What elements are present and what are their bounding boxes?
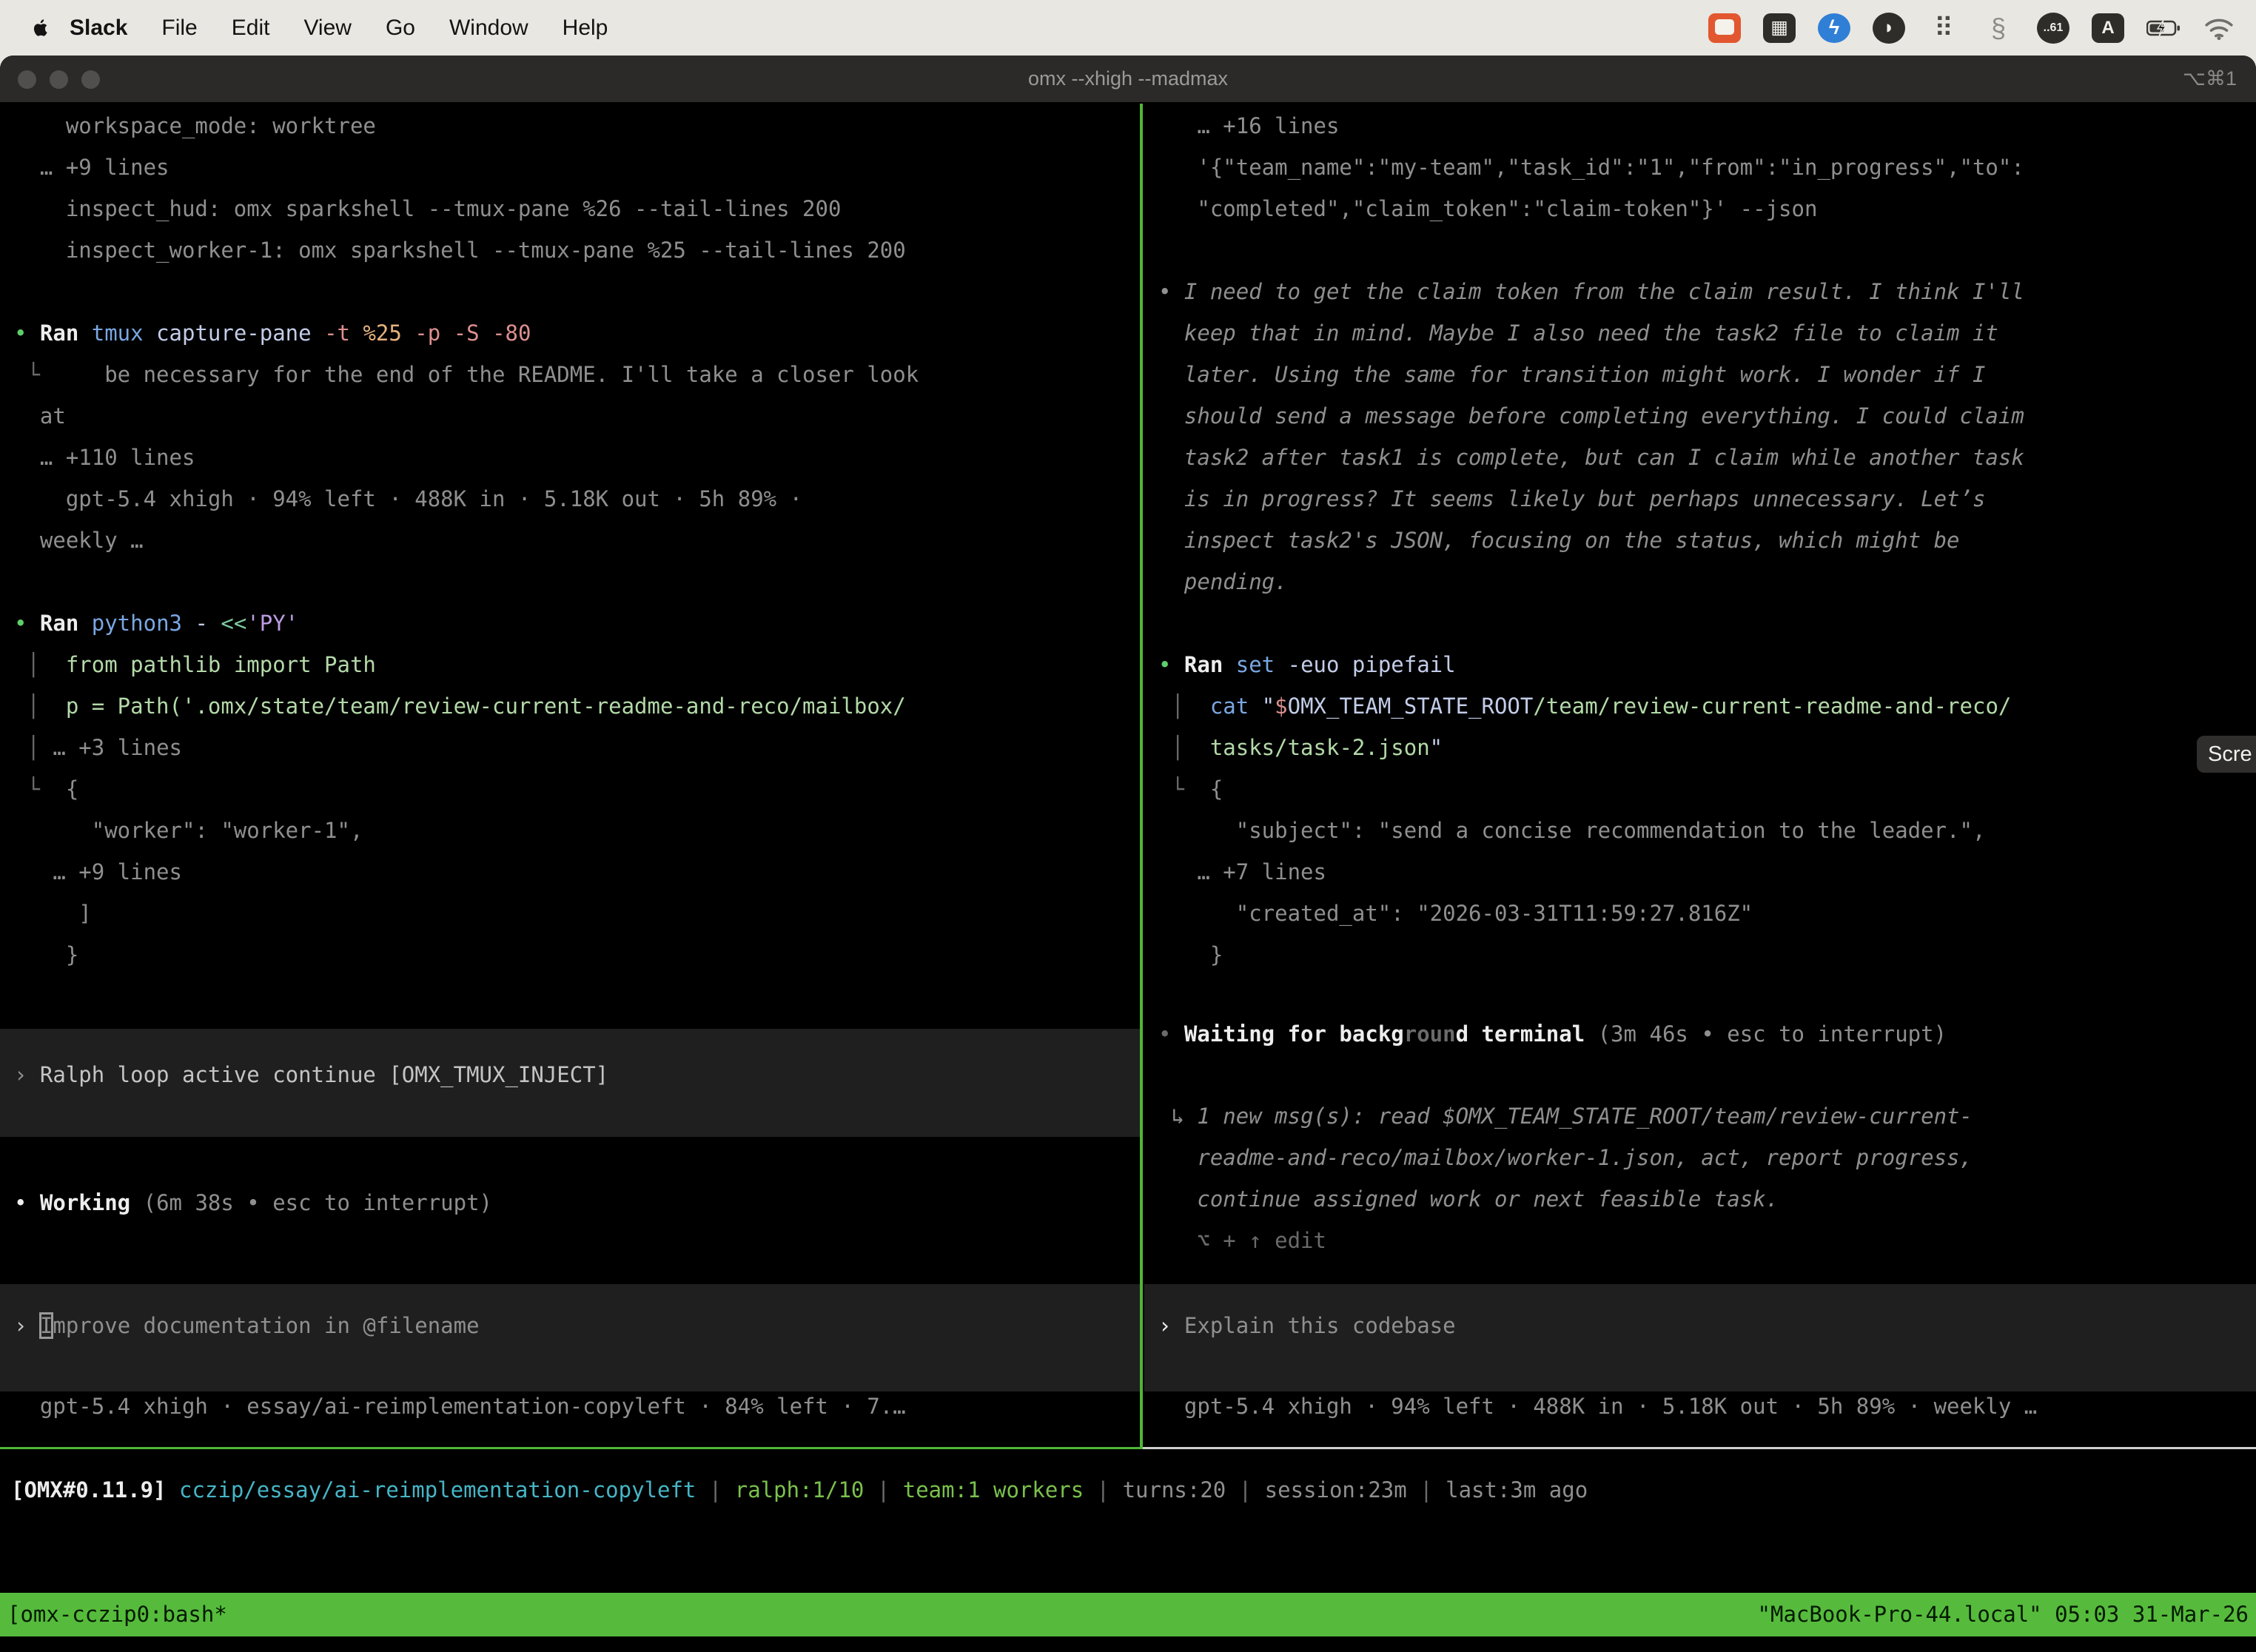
terminal-line: weekly … — [14, 520, 1140, 561]
terminal-line: inspect_hud: omx sparkshell --tmux-pane … — [14, 188, 1140, 229]
terminal-line: workspace_mode: worktree — [14, 105, 1140, 147]
terminal-line: '{"team_name":"my-team","task_id":"1","f… — [1158, 147, 2256, 188]
countdown-badge-icon[interactable]: ..61 — [2037, 13, 2069, 44]
right-pane-bottom-border — [1143, 1447, 2256, 1449]
prompt-band[interactable]: › Explain this codebase — [1144, 1284, 2256, 1391]
terminal-block: gpt-5.4 xhigh · 94% left · 488K in · 5.1… — [1144, 1386, 2256, 1427]
tmux-host-clock: "MacBook-Pro-44.local" 05:03 31-Mar-26 — [1758, 1593, 2249, 1636]
terminal-line: inspect task2's JSON, focusing on the st… — [1158, 520, 2256, 561]
dots-grid-icon[interactable]: ⠿ — [1927, 12, 1960, 44]
terminal-block: • Waiting for background terminal (3m 46… — [1144, 1013, 2256, 1055]
terminal-line: gpt-5.4 xhigh · 94% left · 488K in · 5.1… — [14, 478, 1140, 520]
terminal-block: … +16 lines '{"team_name":"my-team","tas… — [1144, 105, 2256, 976]
terminal-block: gpt-5.4 xhigh · essay/ai-reimplementatio… — [0, 1386, 1140, 1427]
apple-icon[interactable] — [31, 17, 50, 39]
terminal-line: │ tasks/task-2.json" — [1158, 727, 2256, 768]
terminal-line: … +9 lines — [14, 851, 1140, 893]
window-shortcut-hint: ⌥⌘1 — [2183, 67, 2237, 90]
terminal-line: is in progress? It seems likely but perh… — [1158, 478, 2256, 520]
squiggle-icon[interactable]: § — [1982, 12, 2015, 44]
tmux-status-bar: [omx-cczip0:bash* "MacBook-Pro-44.local"… — [0, 1593, 2256, 1636]
omx-status-line: [OMX#0.11.9] cczip/essay/ai-reimplementa… — [11, 1469, 2256, 1511]
terminal-line: │ cat "$OMX_TEAM_STATE_ROOT/team/review-… — [1158, 685, 2256, 727]
terminal-block: ↳ 1 new msg(s): read $OMX_TEAM_STATE_ROO… — [1144, 1095, 2256, 1261]
terminal-line: "completed","claim_token":"claim-token"}… — [1158, 188, 2256, 229]
terminal-line: gpt-5.4 xhigh · 94% left · 488K in · 5.1… — [1158, 1386, 2256, 1427]
wifi-icon[interactable] — [2203, 12, 2235, 44]
terminal-line: … +110 lines — [14, 437, 1140, 478]
terminal-line: • Ran set -euo pipefail — [1158, 644, 2256, 685]
prompt-band[interactable]: › Improve documentation in @filename — [0, 1284, 1140, 1391]
battery-icon[interactable] — [2146, 12, 2181, 44]
terminal-line: … +9 lines — [14, 147, 1140, 188]
menu-bar: Slack File Edit View Go Window Help ▦ ϟ ◗ ⠿ § ..61 A — [0, 0, 2256, 56]
terminal-line: [OMX#0.11.9] cczip/essay/ai-reimplementa… — [11, 1469, 2256, 1511]
pane-divider[interactable] — [1140, 104, 1143, 1448]
terminal-line: ↳ 1 new msg(s): read $OMX_TEAM_STATE_ROO… — [1158, 1095, 2256, 1137]
terminal-line: ⌥ + ↑ edit — [1158, 1220, 2256, 1261]
terminal-line: inspect_worker-1: omx sparkshell --tmux-… — [14, 229, 1140, 271]
terminal-line: │ from pathlib import Path — [14, 644, 1140, 685]
window-title: omx --xhigh --madmax — [0, 67, 2256, 90]
terminal-line: should send a message before completing … — [1158, 395, 2256, 437]
terminal-window: omx --xhigh --madmax ⌥⌘1 workspace_mode:… — [0, 56, 2256, 1652]
terminal-line: • Working (6m 38s • esc to interrupt) — [14, 1182, 1140, 1223]
terminal-line: gpt-5.4 xhigh · essay/ai-reimplementatio… — [14, 1386, 1140, 1427]
terminal-line: task2 after task1 is complete, but can I… — [1158, 437, 2256, 478]
screen-tooltip: Scre — [2197, 736, 2256, 773]
pie-circle-icon[interactable]: ◗ — [1873, 13, 1905, 44]
terminal-line — [14, 271, 1140, 312]
terminal-line: readme-and-reco/mailbox/worker-1.json, a… — [1158, 1137, 2256, 1178]
terminal-line: "worker": "worker-1", — [14, 810, 1140, 851]
menu-item-edit[interactable]: Edit — [232, 16, 270, 41]
terminal-line: • Ran tmux capture-pane -t %25 -p -S -80 — [14, 312, 1140, 354]
terminal-line: pending. — [1158, 561, 2256, 602]
right-terminal-pane[interactable]: … +16 lines '{"team_name":"my-team","tas… — [1144, 104, 2256, 1652]
terminal-line: › Improve documentation in @filename — [14, 1305, 1140, 1346]
left-pane-bottom-border — [0, 1447, 1143, 1449]
terminal-line: later. Using the same for transition mig… — [1158, 354, 2256, 395]
menu-item-help[interactable]: Help — [563, 16, 608, 41]
menu-item-view[interactable]: View — [303, 16, 351, 41]
terminal-line: › Ralph loop active continue [OMX_TMUX_I… — [14, 1054, 1140, 1095]
terminal-line: • I need to get the claim token from the… — [1158, 271, 2256, 312]
terminal-line — [1158, 602, 2256, 644]
menu-status-icons: ▦ ϟ ◗ ⠿ § ..61 A — [1708, 12, 2235, 44]
terminal-line: "subject": "send a concise recommendatio… — [1158, 810, 2256, 851]
terminal-block: • Working (6m 38s • esc to interrupt) — [0, 1182, 1140, 1223]
terminal-line: continue assigned work or next feasible … — [1158, 1178, 2256, 1220]
menu-item-window[interactable]: Window — [449, 16, 528, 41]
tmux-window-name[interactable]: [omx-cczip0:bash* — [7, 1593, 227, 1636]
terminal-line: │ … +3 lines — [14, 727, 1140, 768]
terminal-line: … +16 lines — [1158, 105, 2256, 147]
terminal-block: workspace_mode: worktree … +9 lines insp… — [0, 105, 1140, 976]
terminal-line: "created_at": "2026-03-31T11:59:27.816Z" — [1158, 893, 2256, 934]
prompt-band[interactable]: › Ralph loop active continue [OMX_TMUX_I… — [0, 1029, 1140, 1137]
terminal-line: } — [14, 934, 1140, 976]
terminal-line: • Ran python3 - <<'PY' — [14, 602, 1140, 644]
terminal-line — [1158, 229, 2256, 271]
terminal-line: keep that in mind. Maybe I also need the… — [1158, 312, 2256, 354]
screen-mirroring-icon[interactable] — [1708, 13, 1741, 43]
terminal-line: │ p = Path('.omx/state/team/review-curre… — [14, 685, 1140, 727]
terminal-line: } — [1158, 934, 2256, 976]
terminal-line — [14, 561, 1140, 602]
terminal-line: › Explain this codebase — [1158, 1305, 2256, 1346]
left-terminal-pane[interactable]: workspace_mode: worktree … +9 lines insp… — [0, 104, 1140, 1652]
terminal-line: └ be necessary for the end of the README… — [14, 354, 1140, 395]
menu-item-go[interactable]: Go — [386, 16, 415, 41]
menu-items: Slack File Edit View Go Window Help — [70, 16, 608, 41]
window-title-bar[interactable]: omx --xhigh --madmax ⌥⌘1 — [0, 56, 2256, 104]
terminal-line: ] — [14, 893, 1140, 934]
terminal-line: at — [14, 395, 1140, 437]
grid-shield-icon[interactable]: ▦ — [1763, 13, 1796, 43]
menu-item-slack[interactable]: Slack — [70, 16, 127, 41]
terminal-line: … +7 lines — [1158, 851, 2256, 893]
lightning-badge-icon[interactable]: ϟ — [1818, 13, 1850, 43]
menu-item-file[interactable]: File — [161, 16, 197, 41]
terminal-line: └ { — [1158, 768, 2256, 810]
terminal-line: └ { — [14, 768, 1140, 810]
input-source-icon[interactable]: A — [2092, 13, 2124, 43]
terminal-line: • Waiting for background terminal (3m 46… — [1158, 1013, 2256, 1055]
